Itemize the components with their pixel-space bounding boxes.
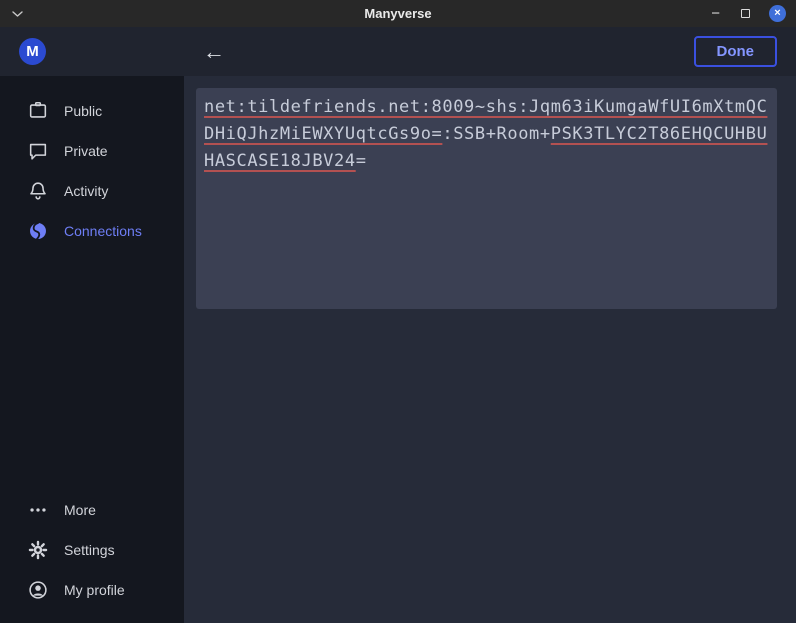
sidebar-item-my-profile[interactable]: My profile <box>0 570 184 610</box>
sidebar-item-label: Connections <box>64 223 142 239</box>
main-content: net:tildefriends.net:8009~shs:Jqm63iKumg… <box>184 76 796 623</box>
sidebar-item-label: More <box>64 502 96 518</box>
window-menu-chevron-icon[interactable] <box>12 10 23 17</box>
logo-zone: M <box>0 38 184 65</box>
app-header: M ← Done <box>0 27 796 76</box>
connections-swirl-icon <box>27 220 49 242</box>
sidebar-item-connections[interactable]: Connections <box>0 211 184 251</box>
sidebar-item-settings[interactable]: Settings <box>0 530 184 570</box>
sidebar-item-label: My profile <box>64 582 125 598</box>
message-bubble-icon <box>27 140 49 162</box>
more-dots-icon <box>27 499 49 521</box>
window-titlebar: Manyverse − × <box>0 0 796 27</box>
gear-icon <box>27 539 49 561</box>
sidebar-item-public[interactable]: Public <box>0 91 184 131</box>
sidebar-item-label: Private <box>64 143 108 159</box>
restore-button[interactable] <box>739 9 752 18</box>
sidebar: Public Private Activity <box>0 76 184 623</box>
window-controls: − × <box>709 0 786 27</box>
account-circle-icon <box>27 579 49 601</box>
minimize-button[interactable]: − <box>709 9 722 19</box>
done-button[interactable]: Done <box>694 36 778 67</box>
bell-icon <box>27 180 49 202</box>
window-title: Manyverse <box>0 6 796 21</box>
sidebar-item-more[interactable]: More <box>0 490 184 530</box>
sidebar-item-label: Activity <box>64 183 108 199</box>
restore-icon <box>741 9 750 18</box>
manyverse-logo: M <box>19 38 46 65</box>
sidebar-item-label: Public <box>64 103 102 119</box>
back-arrow-icon: ← <box>203 39 225 64</box>
manyverse-logo-letter: M <box>26 43 39 60</box>
close-button[interactable]: × <box>769 5 786 22</box>
sidebar-item-activity[interactable]: Activity <box>0 171 184 211</box>
sidebar-item-private[interactable]: Private <box>0 131 184 171</box>
sidebar-item-label: Settings <box>64 542 115 558</box>
server-address-textarea[interactable]: net:tildefriends.net:8009~shs:Jqm63iKumg… <box>196 88 777 309</box>
sidebar-spacer <box>0 251 184 490</box>
bulletin-board-icon <box>27 100 49 122</box>
close-icon: × <box>774 8 780 19</box>
back-button[interactable]: ← <box>203 41 225 63</box>
